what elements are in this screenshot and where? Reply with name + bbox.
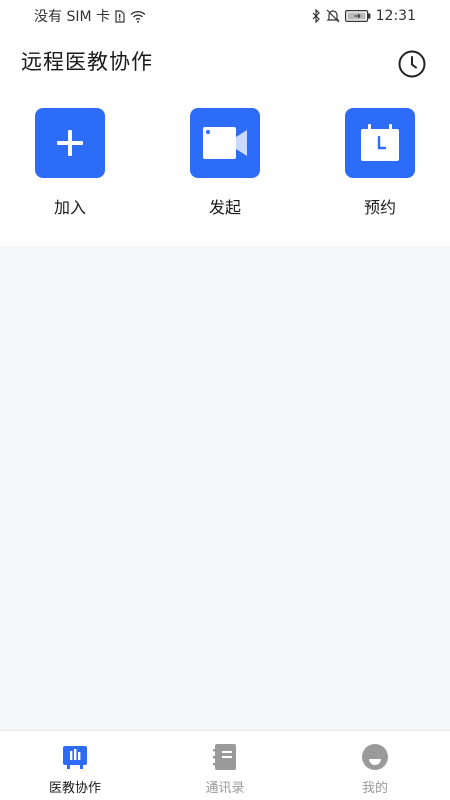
tab-collaboration-label: 医教协作 xyxy=(48,781,101,796)
page-title: 远程医教协作 xyxy=(21,50,153,74)
wifi-icon xyxy=(130,10,146,23)
schedule-tile xyxy=(345,108,415,178)
start-meeting-button[interactable]: 发起 xyxy=(180,108,270,218)
bottom-tab-bar: 医教协作 通讯录 我的 xyxy=(0,730,450,800)
clock-icon xyxy=(398,50,426,78)
collaboration-icon xyxy=(63,746,87,769)
tab-contacts-icon-wrap xyxy=(211,743,239,771)
tab-mine-icon-wrap xyxy=(361,743,389,771)
start-label: 发起 xyxy=(208,198,241,217)
video-camera-icon xyxy=(203,127,247,159)
join-tile xyxy=(35,108,105,178)
status-left: 没有 SIM 卡 xyxy=(34,6,146,26)
history-button[interactable] xyxy=(396,48,428,80)
join-label: 加入 xyxy=(53,198,86,217)
plus-icon xyxy=(57,130,83,156)
carrier-text: 没有 SIM 卡 xyxy=(34,9,110,25)
profile-icon xyxy=(362,744,388,770)
calendar-clock-icon xyxy=(361,124,399,161)
tab-contacts[interactable]: 通讯录 xyxy=(150,731,300,800)
tab-collaboration-icon-wrap xyxy=(61,743,89,771)
bluetooth-icon xyxy=(312,9,321,23)
top-panel: 远程医教协作 加入 发起 预约 xyxy=(0,32,450,246)
tab-mine[interactable]: 我的 xyxy=(300,731,450,800)
schedule-meeting-button[interactable]: 预约 xyxy=(335,108,425,218)
tab-collaboration[interactable]: 医教协作 xyxy=(0,731,150,800)
tab-contacts-label: 通讯录 xyxy=(205,781,245,796)
battery-icon xyxy=(344,10,371,22)
start-tile xyxy=(190,108,260,178)
status-right: 12:31 xyxy=(312,8,416,24)
sim-icon xyxy=(115,9,125,23)
join-meeting-button[interactable]: 加入 xyxy=(25,108,115,218)
tab-mine-label: 我的 xyxy=(361,781,388,796)
clock-time: 12:31 xyxy=(375,8,416,24)
schedule-label: 预约 xyxy=(363,198,396,217)
status-bar: 没有 SIM 卡 12:31 xyxy=(0,0,450,32)
mute-icon xyxy=(326,9,340,23)
contacts-book-icon xyxy=(213,744,236,770)
